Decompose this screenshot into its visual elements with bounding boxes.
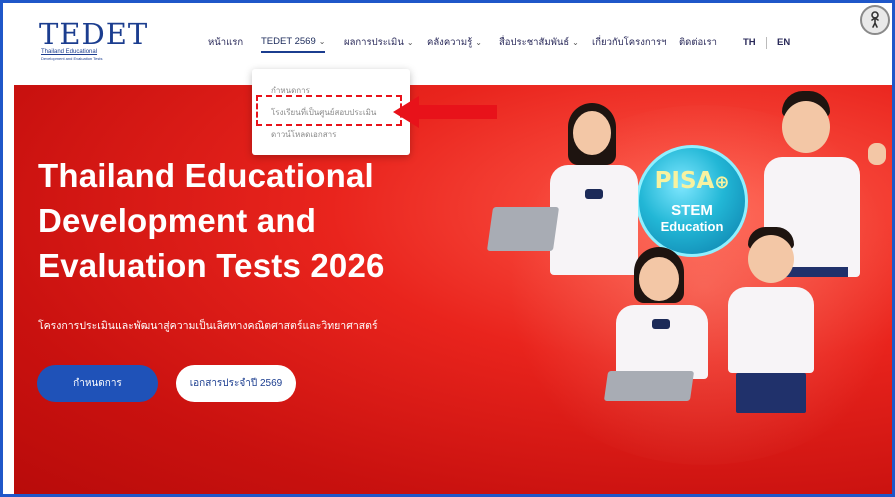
logo-tagline-2: Development and Evaluation Tests <box>41 56 103 61</box>
face <box>573 111 611 155</box>
accessibility-glyph <box>871 11 879 28</box>
documents-2569-button[interactable]: เอกสารประจำปี 2569 <box>176 365 296 402</box>
dropdown-item-download-documents[interactable]: ดาวน์โหลดเอกสาร <box>271 128 336 141</box>
browser-viewport: TEDET Thailand Educational Development a… <box>0 0 895 497</box>
hero-title: Thailand Educational Development and Eva… <box>38 153 508 288</box>
laptop-illustration <box>603 371 695 401</box>
lang-en-link[interactable]: EN <box>777 33 790 53</box>
accessibility-icon[interactable] <box>860 5 890 35</box>
uniform-shirt <box>616 305 708 379</box>
laptop-illustration <box>486 207 560 251</box>
uniform-bow <box>652 319 670 329</box>
site-header: TEDET Thailand Educational Development a… <box>3 3 892 85</box>
nav-item-results[interactable]: ผลการประเมิน ⌄ <box>344 33 414 53</box>
pisa-text: PISA <box>654 168 715 194</box>
nav-item-knowledge[interactable]: คลังความรู้ ⌄ <box>427 33 482 53</box>
uniform-shorts <box>736 373 806 413</box>
nav-label: สื่อประชาสัมพันธ์ <box>499 37 570 48</box>
nav-label: หน้าแรก <box>208 37 244 48</box>
hero-title-line-1: Thailand Educational <box>38 157 374 194</box>
nav-label: ติดต่อเรา <box>679 37 717 48</box>
chevron-down-icon: ⌄ <box>475 38 482 47</box>
lang-th-link[interactable]: TH <box>743 33 756 53</box>
pisa-label: PISA⊕ <box>639 168 745 194</box>
schedule-button[interactable]: กำหนดการ <box>37 365 158 402</box>
nav-label: ผลการประเมิน <box>344 37 404 48</box>
uniform-shirt <box>728 287 814 373</box>
nav-item-home[interactable]: หน้าแรก <box>208 33 243 53</box>
raised-fist <box>868 143 886 165</box>
nav-label: เกี่ยวกับโครงการฯ <box>592 37 667 48</box>
red-arrow-annotation <box>393 96 497 128</box>
chevron-down-icon: ⌄ <box>406 38 414 47</box>
nav-label: คลังความรู้ <box>427 37 473 48</box>
nav-item-about[interactable]: เกี่ยวกับโครงการฯ <box>592 33 666 53</box>
hero-title-line-2: Development and <box>38 202 317 239</box>
globe-icon: ⊕ <box>714 172 730 193</box>
nav-item-contact[interactable]: ติดต่อเรา <box>679 33 717 53</box>
hero-banner: Thailand Educational Development and Eva… <box>14 85 892 494</box>
student-small-girl-illustration <box>602 247 722 477</box>
face <box>782 101 830 153</box>
nav-item-tedet-2569[interactable]: TEDET 2569 ⌄ <box>261 33 326 53</box>
chevron-down-icon: ⌄ <box>318 37 326 46</box>
hero-title-line-3: Evaluation Tests 2026 <box>38 247 385 284</box>
student-small-boy-illustration <box>714 227 824 487</box>
stem-text: STEM <box>671 202 713 219</box>
uniform-bow <box>585 189 603 199</box>
nav-item-media[interactable]: สื่อประชาสัมพันธ์ ⌄ <box>499 33 579 53</box>
main-nav: หน้าแรก TEDET 2569 ⌄ ผลการประเมิน ⌄ คลังคว… <box>3 33 892 53</box>
face <box>639 257 679 301</box>
lang-divider <box>766 37 767 49</box>
hero-subtitle: โครงการประเมินและพัฒนาสู่ความเป็นเลิศทาง… <box>38 320 378 332</box>
highlight-annotation-box <box>256 95 402 126</box>
chevron-down-icon: ⌄ <box>572 38 579 47</box>
nav-label: TEDET 2569 <box>261 36 316 47</box>
face <box>748 235 794 283</box>
